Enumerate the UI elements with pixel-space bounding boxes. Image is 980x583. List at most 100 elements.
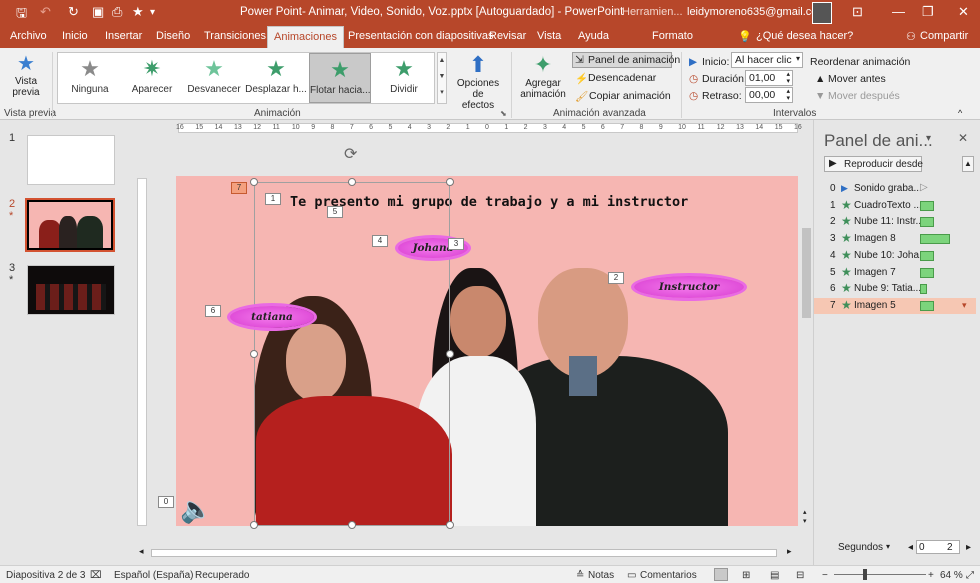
undo-icon[interactable]: ↶ [40,4,51,20]
pane-menu-icon[interactable]: ▾ [926,133,931,144]
horizontal-scrollbar[interactable]: ◂ ▸ [137,546,797,560]
presenter-icon[interactable]: ▣ [92,4,104,20]
slide-thumbnail-1[interactable] [27,135,115,185]
add-animation-button[interactable]: ✦ Agregar animación [516,52,570,108]
spinner-icon[interactable]: ▴ ▾ [786,88,790,102]
dialog-launcher-icon[interactable]: ⬊ [500,109,507,118]
scroll-right-icon[interactable]: ▸ [787,546,792,557]
timing-bar[interactable] [920,250,934,261]
avatar[interactable] [812,2,832,24]
tab-archivo[interactable]: Archivo [10,30,47,42]
tab-inicio[interactable]: Inicio [62,30,88,42]
scroll-thumb[interactable] [151,549,777,557]
notes-button[interactable]: Notas [588,570,614,581]
timing-bar[interactable] [920,300,934,311]
tab-ayuda[interactable]: Ayuda [578,30,609,42]
spinner-icon[interactable]: ▴ ▾ [786,71,790,85]
slide-canvas[interactable]: Te presento mi grupo de trabajo y a mi i… [158,176,798,529]
comments-button[interactable]: Comentarios [640,570,697,581]
animation-list-item[interactable]: 3 ★ Imagen 8 [814,231,976,247]
speaker-icon[interactable]: 🔈 [180,494,212,525]
gallery-item-desplazar[interactable]: ★ Desplazar h... [245,53,307,103]
slide-thumbnail-2[interactable] [25,198,115,252]
animation-list-item[interactable]: 7 ★ Imagen 5 ▾ [814,297,976,314]
resize-handle[interactable] [446,521,454,529]
close-icon[interactable]: ✕ [958,4,969,20]
tab-animaciones[interactable]: Animaciones [267,26,344,48]
delay-input[interactable]: 00,00 ▴ ▾ [745,87,793,103]
copy-animation-button[interactable]: Copiar animación [589,90,671,102]
move-up-arrow-icon[interactable]: ▲ [962,156,974,172]
chevron-down-icon[interactable]: ▾ [886,542,890,551]
seconds-button[interactable]: Segundos [838,542,883,553]
tab-diseno[interactable]: Diseño [156,30,190,42]
cloud-tatiana[interactable]: tatiana [230,306,314,328]
selection-frame[interactable] [254,182,450,526]
timing-bar[interactable] [920,234,950,245]
trigger-button[interactable]: Desencadenar [588,72,656,84]
pane-close-icon[interactable]: ✕ [958,131,968,145]
resize-handle[interactable] [348,521,356,529]
tab-revisar[interactable]: Revisar [489,30,526,42]
gallery-item-flotar[interactable]: ★ Flotar hacia... [309,53,371,103]
resize-handle[interactable] [250,350,258,358]
resize-handle[interactable] [348,178,356,186]
rotate-handle-icon[interactable]: ⟳ [344,144,357,164]
gallery-item-ninguna[interactable]: ★ Ninguna [59,53,121,103]
animation-tag[interactable]: 4 [372,235,388,247]
redo-icon[interactable]: ↻ [68,4,79,20]
tab-transiciones[interactable]: Transiciones [204,30,266,42]
slide-thumbnail-3[interactable] [27,265,115,315]
zoom-slider-thumb[interactable] [863,569,867,580]
zoom-in-icon[interactable]: + [928,570,934,581]
timeline-next-icon[interactable]: ▸ [966,542,971,553]
start-select[interactable]: Al hacer clic ▾ [731,52,803,68]
cloud-instructor[interactable]: Instructor [634,276,744,298]
tab-vista[interactable]: Vista [537,30,561,42]
gallery-item-dividir[interactable]: ★ Dividir [373,53,435,103]
normal-view-icon[interactable] [714,568,728,581]
play-from-button[interactable]: ▶ Reproducir desde [824,156,923,172]
effect-options-button[interactable]: ⬆ Opciones de efectos [450,52,506,111]
animation-tag[interactable]: 7 [231,182,247,194]
slideshow-icon[interactable]: ⊟ [796,570,804,581]
fit-slide-icon[interactable]: ⤢ [966,570,974,581]
resize-handle[interactable] [446,350,454,358]
scroll-thumb[interactable] [802,228,811,318]
animation-list-item[interactable]: 4 ★Nube 10: Joha... [814,248,976,264]
star-icon[interactable]: ★ [132,4,144,20]
tools-tab-label[interactable]: Herramien... [622,6,683,18]
animation-tag[interactable]: 3 [448,238,464,250]
tab-formato[interactable]: Formato [652,30,693,42]
timing-bar[interactable] [920,200,934,211]
animation-list-item[interactable]: 1 ★ CuadroTexto ... [814,198,976,214]
save-icon[interactable]: 🖫 [16,4,27,26]
scroll-left-icon[interactable]: ◂ [139,546,144,557]
ribbon-display-icon[interactable]: ⊡ [852,4,863,20]
animation-list-item[interactable]: 0 ▶ Sonido graba... ▷ [814,181,976,197]
move-before-button[interactable]: Mover antes [828,73,886,85]
gallery-scroll[interactable]: ▲ ▼ ▾ [437,52,447,104]
resize-handle[interactable] [250,178,258,186]
slide-sorter-icon[interactable]: ⊞ [742,570,750,581]
animation-tag[interactable]: 0 [158,496,174,508]
animation-tag[interactable]: 2 [608,272,624,284]
gallery-item-aparecer[interactable]: ✷ Aparecer [121,53,183,103]
reading-view-icon[interactable]: ▤ [770,570,779,581]
duration-input[interactable]: 01,00 ▴ ▾ [745,70,793,86]
restore-icon[interactable]: ❐ [922,4,934,20]
language-status[interactable]: Español (España) [114,570,194,581]
animation-list-item[interactable]: 5 ★ Imagen 7 [814,265,976,281]
share-button[interactable]: Compartir [920,30,968,42]
gallery-item-desvanecer[interactable]: ★ Desvanecer [183,53,245,103]
collapse-ribbon-icon[interactable]: ^ [958,108,962,118]
tab-insertar[interactable]: Insertar [105,30,142,42]
vertical-scrollbar[interactable]: ▴ ▾ [801,128,813,530]
animation-list-item[interactable]: 6 ★ Nube 9: Tatia... [814,281,976,297]
animation-tag[interactable]: 5 [327,206,343,218]
tell-me-search[interactable]: ¿Qué desea hacer? [756,30,853,42]
timeline-prev-icon[interactable]: ◂ [908,542,913,553]
timing-bar[interactable] [920,217,934,228]
minimize-icon[interactable]: — [892,4,905,19]
accessibility-icon[interactable]: ⌧ [90,570,102,581]
